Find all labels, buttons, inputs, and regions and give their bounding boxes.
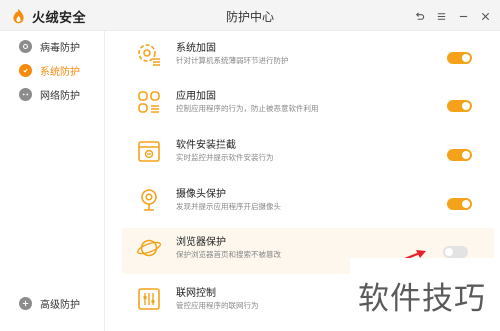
row-title: 联网控制	[176, 288, 216, 299]
back-button[interactable]	[410, 7, 428, 25]
camera-icon	[141, 189, 157, 211]
row-title: 系统加固	[176, 43, 216, 54]
system-gear-icon	[138, 44, 160, 66]
sidebar: 病毒防护 系统防护 网络防护 高级防护	[0, 31, 105, 331]
title-bar: 火绒安全 防护中心	[0, 0, 500, 31]
row-title: 摄像头保护	[176, 189, 226, 200]
sidebar-item-label: 网络防护	[40, 90, 80, 102]
system-hardening-toggle[interactable]	[447, 52, 472, 64]
protection-row-camera: 摄像头保护 发现并提示应用程序开启摄像头	[124, 180, 496, 226]
brand: 火绒安全	[10, 7, 86, 25]
menu-icon	[437, 12, 445, 20]
sidebar-item-system-protection[interactable]: 系统防护	[0, 58, 105, 82]
window-controls	[406, 7, 494, 25]
minimize-button[interactable]	[454, 7, 472, 25]
install-block-icon	[138, 141, 160, 162]
sidebar-item-advanced-protection[interactable]: 高级防护	[0, 291, 105, 315]
watermark: 软件技巧	[350, 258, 500, 331]
row-description: 保护浏览器首页和搜索不被篡改	[176, 250, 281, 259]
advanced-shield-icon	[19, 296, 32, 310]
menu-button[interactable]	[432, 7, 450, 25]
sidebar-item-network-protection[interactable]: 网络防护	[0, 82, 105, 106]
row-description: 发现并提示应用程序开启摄像头	[176, 202, 281, 211]
row-description: 管控应用程序的联网行为	[176, 301, 259, 310]
row-title: 软件安装拦截	[176, 140, 236, 151]
protection-row-install-block: 软件安装拦截 实时监控并提示软件安装行为	[124, 131, 496, 177]
brand-name: 火绒安全	[32, 9, 87, 25]
network-control-icon	[138, 288, 160, 310]
virus-shield-icon	[19, 39, 32, 53]
close-icon	[481, 12, 489, 20]
huorong-logo-icon	[13, 8, 24, 23]
watermark-text: 软件技巧	[358, 281, 486, 317]
protection-row-app-hardening: 应用加固 控制应用程序的行为，防止被恶意软件利用	[124, 82, 496, 128]
network-shield-icon	[19, 87, 32, 101]
close-button[interactable]	[476, 7, 494, 25]
sidebar-item-label: 系统防护	[40, 66, 80, 78]
browser-planet-icon	[136, 239, 162, 257]
sidebar-item-label: 高级防护	[40, 299, 80, 311]
sidebar-item-virus-protection[interactable]: 病毒防护	[0, 34, 105, 58]
row-title: 浏览器保护	[176, 237, 226, 248]
row-description: 针对计算机系统薄弱环节进行防护	[176, 56, 289, 65]
app-hardening-toggle[interactable]	[447, 100, 472, 112]
back-icon	[415, 11, 424, 20]
camera-protection-toggle[interactable]	[447, 198, 472, 210]
row-description: 实时监控并提示软件安装行为	[176, 153, 274, 162]
row-description: 控制应用程序的行为，防止被恶意软件利用	[176, 104, 319, 113]
app-grid-icon	[138, 91, 160, 113]
sidebar-item-label: 病毒防护	[40, 42, 80, 54]
minimize-icon	[459, 15, 467, 17]
protection-row-system-hardening: 系统加固 针对计算机系统薄弱环节进行防护	[124, 34, 496, 80]
row-title: 应用加固	[176, 91, 216, 102]
browser-protection-toggle[interactable]	[443, 246, 468, 258]
install-block-toggle[interactable]	[447, 149, 472, 161]
system-shield-icon	[19, 63, 32, 77]
